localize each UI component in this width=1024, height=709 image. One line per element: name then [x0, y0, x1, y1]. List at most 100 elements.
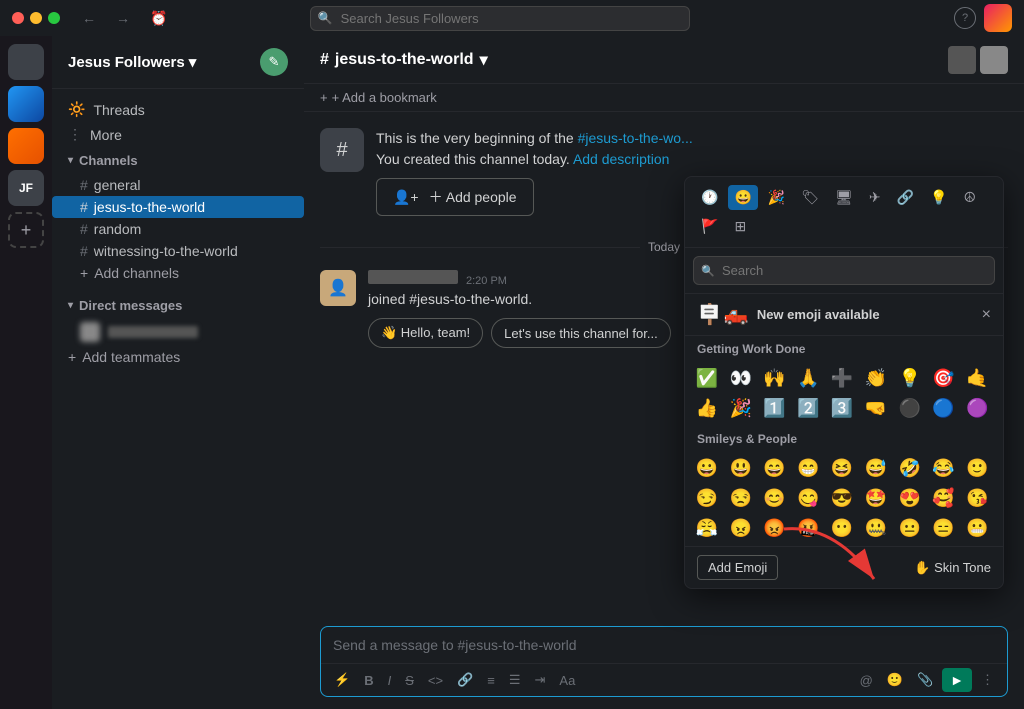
emoji-heart-eyes[interactable]: 😍 — [896, 484, 924, 512]
link-button[interactable]: 🔗 — [452, 668, 478, 692]
emoji-tab-light[interactable]: 💡 — [924, 185, 953, 210]
emoji-plus[interactable]: ➕ — [828, 364, 856, 392]
emoji-button[interactable]: 🙂 — [882, 668, 908, 692]
add-people-button[interactable]: 👤+ ＋ Add people — [376, 178, 534, 216]
emoji-purple-square[interactable]: 🟣 — [963, 394, 991, 422]
code-button[interactable]: <> — [423, 669, 448, 692]
emoji-two[interactable]: 2️⃣ — [794, 394, 822, 422]
emoji-angry[interactable]: 😠 — [727, 514, 755, 542]
emoji-joy[interactable]: 😂 — [929, 454, 957, 482]
emoji-check[interactable]: ✅ — [693, 364, 721, 392]
emoji-expressionless[interactable]: 😑 — [929, 514, 957, 542]
skin-tone-button[interactable]: ✋ Skin Tone — [914, 560, 991, 576]
emoji-slight-smile[interactable]: 🙂 — [963, 454, 991, 482]
dm-item-1[interactable] — [52, 319, 304, 345]
emoji-one[interactable]: 1️⃣ — [761, 394, 789, 422]
emoji-kissing-heart[interactable]: 😘 — [963, 484, 991, 512]
add-emoji-button[interactable]: Add Emoji — [697, 555, 778, 580]
emoji-tab-flag[interactable]: 🚩 — [695, 214, 724, 239]
emoji-party[interactable]: 🎉 — [727, 394, 755, 422]
channel-item-witnessing[interactable]: # witnessing-to-the-world — [52, 240, 304, 262]
banner-close-button[interactable]: × — [982, 306, 991, 324]
channel-item-jesus-to-the-world[interactable]: # jesus-to-the-world — [52, 196, 304, 218]
bold-button[interactable]: B — [359, 669, 378, 692]
channels-section[interactable]: ▾ Channels — [52, 147, 304, 174]
emoji-neutral[interactable]: 😐 — [896, 514, 924, 542]
attach-button[interactable]: 📎 — [912, 668, 938, 692]
emoji-tab-celebration[interactable]: 🎉 — [762, 185, 791, 210]
emoji-tab-recent[interactable]: 🕐 — [695, 185, 724, 210]
emoji-pouting[interactable]: 😡 — [761, 514, 789, 542]
emoji-tab-link[interactable]: 🔗 — [891, 185, 920, 210]
emoji-smile[interactable]: 😄 — [761, 454, 789, 482]
emoji-sweat[interactable]: 😅 — [862, 454, 890, 482]
user-avatar[interactable] — [984, 4, 1012, 32]
emoji-laugh[interactable]: 😆 — [828, 454, 856, 482]
indent-button[interactable]: ⇥ — [530, 668, 551, 692]
message-input[interactable] — [321, 627, 1007, 663]
emoji-target[interactable]: 🎯 — [929, 364, 957, 392]
channel-link[interactable]: #jesus-to-the-wo... — [578, 130, 693, 146]
dm-section[interactable]: ▾ Direct messages — [52, 292, 304, 319]
emoji-sunglasses[interactable]: 😎 — [828, 484, 856, 512]
emoji-thumbsup[interactable]: 👍 — [693, 394, 721, 422]
emoji-blue-circle[interactable]: 🔵 — [929, 394, 957, 422]
emoji-grimace[interactable]: 😬 — [963, 514, 991, 542]
emoji-rage[interactable]: 🤬 — [794, 514, 822, 542]
emoji-tab-travel[interactable]: ✈ — [863, 185, 887, 210]
emoji-rofl[interactable]: 🤣 — [896, 454, 924, 482]
emoji-grin[interactable]: 😀 — [693, 454, 721, 482]
emoji-zipper[interactable]: 🤐 — [862, 514, 890, 542]
emoji-yum[interactable]: 😋 — [794, 484, 822, 512]
emoji-tab-desktop[interactable]: 🖥 — [829, 185, 859, 210]
quick-reply-1[interactable]: 👋 Hello, team! — [368, 318, 483, 348]
emoji-three[interactable]: 3️⃣ — [828, 394, 856, 422]
close-dot[interactable] — [12, 12, 24, 24]
sidebar-item-threads[interactable]: 🔆 Threads — [52, 97, 304, 122]
ordered-list-button[interactable]: ≡ — [482, 669, 500, 692]
workspace-name[interactable]: Jesus Followers ▾ — [68, 53, 196, 71]
minimize-dot[interactable] — [30, 12, 42, 24]
emoji-black-circle[interactable]: ⚫ — [896, 394, 924, 422]
emoji-clap[interactable]: 👏 — [862, 364, 890, 392]
emoji-triumph[interactable]: 😤 — [693, 514, 721, 542]
workspace-icon-2[interactable] — [8, 86, 44, 122]
add-description-link[interactable]: Add description — [573, 151, 670, 167]
emoji-tab-peace[interactable]: ☮ — [957, 185, 982, 210]
compose-button[interactable]: ✎ — [260, 48, 288, 76]
workspace-icon-current[interactable]: JF — [8, 170, 44, 206]
channel-title[interactable]: # jesus-to-the-world ▾ — [320, 50, 488, 70]
add-bookmark-button[interactable]: + + Add a bookmark — [320, 90, 437, 105]
italic-button[interactable]: I — [383, 669, 397, 692]
emoji-raised-hands[interactable]: 🙌 — [761, 364, 789, 392]
maximize-dot[interactable] — [48, 12, 60, 24]
emoji-beam[interactable]: 😁 — [794, 454, 822, 482]
emoji-tab-apps[interactable]: ⊞ — [728, 214, 752, 239]
emoji-unamused[interactable]: 😒 — [727, 484, 755, 512]
sidebar-item-more[interactable]: ⋮ More — [52, 122, 304, 147]
workspace-icon-1[interactable] — [8, 44, 44, 80]
history-button[interactable]: ⏰ — [144, 8, 173, 29]
emoji-no-mouth[interactable]: 😶 — [828, 514, 856, 542]
quick-reply-2[interactable]: Let's use this channel for... — [491, 318, 671, 348]
emoji-smirk[interactable]: 😏 — [693, 484, 721, 512]
channel-item-general[interactable]: # general — [52, 174, 304, 196]
emoji-blush[interactable]: 😊 — [761, 484, 789, 512]
add-channels-button[interactable]: + Add channels — [52, 262, 304, 284]
emoji-call[interactable]: 🤙 — [963, 364, 991, 392]
emoji-smiley[interactable]: 😃 — [727, 454, 755, 482]
emoji-search-input[interactable] — [693, 256, 995, 285]
lightning-button[interactable]: ⚡ — [329, 668, 355, 692]
back-button[interactable]: ← — [76, 8, 102, 29]
emoji-smiling-hearts[interactable]: 🥰 — [929, 484, 957, 512]
emoji-pray[interactable]: 🙏 — [794, 364, 822, 392]
strikethrough-button[interactable]: S — [400, 669, 419, 692]
channel-item-random[interactable]: # random — [52, 218, 304, 240]
mention-button[interactable]: @ — [855, 669, 878, 692]
emoji-starstruck[interactable]: 🤩 — [862, 484, 890, 512]
emoji-bulb[interactable]: 💡 — [896, 364, 924, 392]
emoji-tab-tags[interactable]: 🏷 — [795, 185, 825, 210]
unordered-list-button[interactable]: ☰ — [504, 668, 526, 692]
format-button[interactable]: Aa — [554, 669, 580, 692]
workspace-icon-3[interactable] — [8, 128, 44, 164]
